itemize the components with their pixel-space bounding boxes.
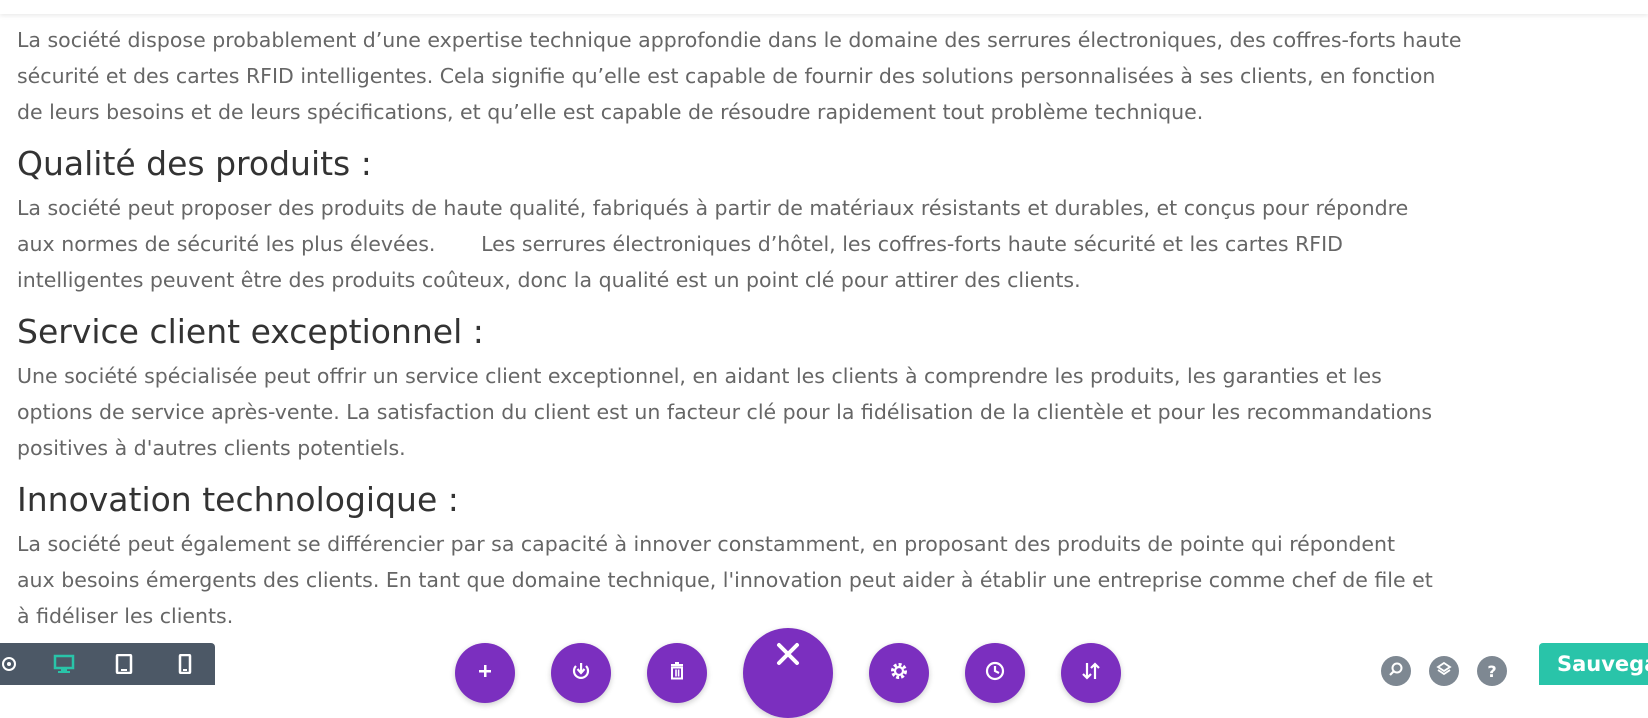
- paragraph-innovation: La société peut également se différencie…: [17, 532, 1440, 628]
- settings-icon: [888, 660, 910, 686]
- history-icon: [984, 660, 1006, 686]
- sort-icon: [1080, 660, 1102, 686]
- paragraph-qualite: La société peut proposer des produits de…: [17, 196, 1415, 292]
- layers-button[interactable]: [1429, 656, 1459, 686]
- phone-icon[interactable]: [174, 653, 196, 675]
- desktop-icon[interactable]: [53, 653, 75, 675]
- page-content: La société dispose probablement d’une ex…: [17, 22, 1517, 634]
- add-icon: [476, 662, 494, 684]
- find-module-button[interactable]: [1381, 656, 1411, 686]
- layers-icon: [1436, 661, 1452, 681]
- close-icon: [775, 641, 801, 671]
- help-button[interactable]: ?: [1477, 656, 1507, 686]
- save-button[interactable]: Sauvegar: [1539, 643, 1648, 685]
- paragraph-service: Une société spécialisée peut offrir un s…: [17, 364, 1439, 460]
- help-icon: ?: [1487, 661, 1497, 681]
- clear-layout-button[interactable]: [647, 643, 707, 703]
- exit-builder-button[interactable]: [743, 628, 833, 718]
- heading-service: Service client exceptionnel :: [17, 312, 484, 351]
- portability-icon: [570, 660, 592, 686]
- portability-button[interactable]: [551, 643, 611, 703]
- sort-layout-button[interactable]: [1061, 643, 1121, 703]
- tablet-icon[interactable]: [113, 653, 135, 675]
- heading-qualite: Qualité des produits :: [17, 144, 372, 183]
- add-module-button[interactable]: [455, 643, 515, 703]
- editing-history-button[interactable]: [965, 643, 1025, 703]
- search-icon: [1388, 661, 1404, 681]
- trash-icon: [667, 661, 687, 685]
- zoom-icon[interactable]: [0, 653, 20, 675]
- heading-innovation: Innovation technologique :: [17, 480, 459, 519]
- top-header-strip: [0, 0, 1648, 14]
- view-mode-bar: [0, 643, 215, 685]
- page-settings-button[interactable]: [869, 643, 929, 703]
- intro-paragraph: La société dispose probablement d’une ex…: [17, 28, 1469, 124]
